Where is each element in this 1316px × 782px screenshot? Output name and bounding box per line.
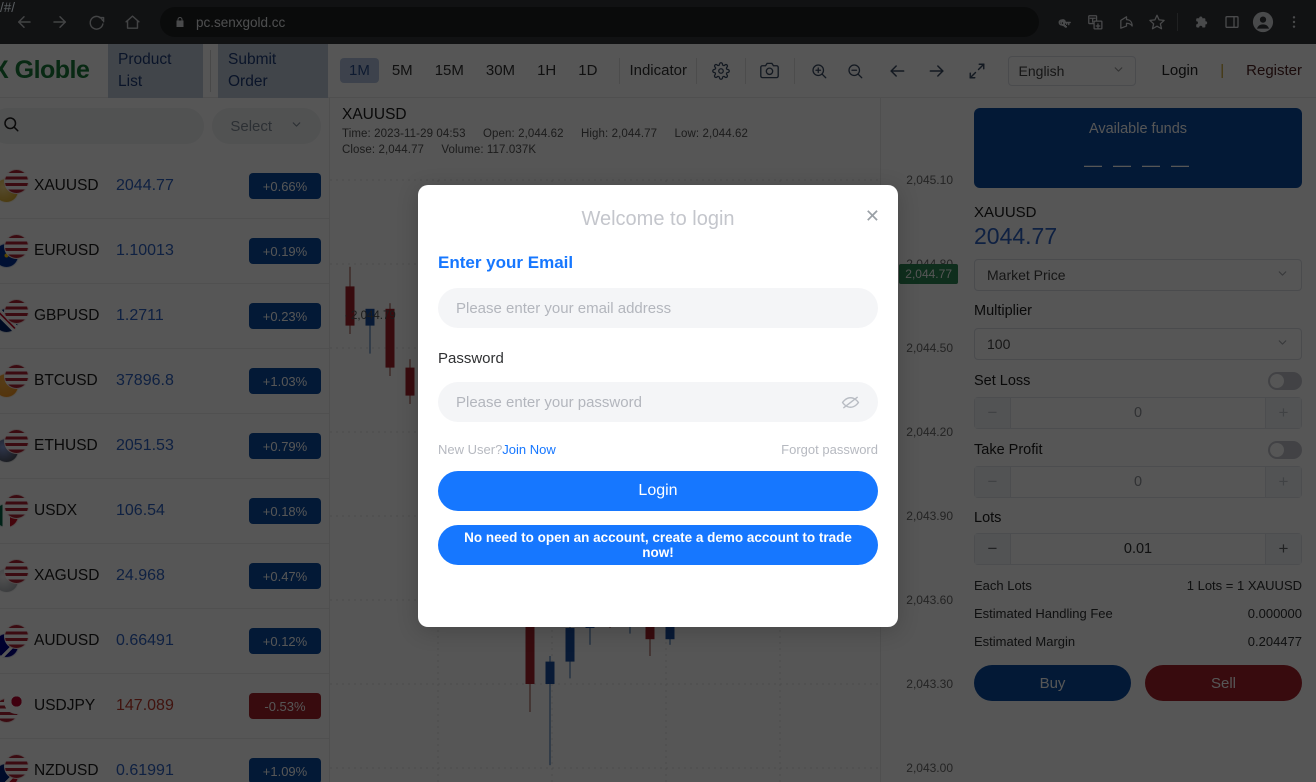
login-modal: Welcome to login ✕ Enter your Email Pass… [418,185,898,627]
demo-account-button[interactable]: No need to open an account, create a dem… [438,525,878,565]
modal-links: New User? Join Now Forgot password [438,442,878,457]
new-user-text: New User? [438,442,503,457]
email-label: Enter your Email [438,253,574,272]
password-field[interactable] [438,382,878,422]
password-label: Password [438,350,504,367]
join-now-link[interactable]: Join Now [502,442,555,457]
email-input[interactable] [456,299,860,317]
eye-off-icon[interactable] [841,393,860,412]
modal-title: Welcome to login [581,208,735,230]
screen-root: pc.senxgold.cc/#/ X Globle Product List … [0,0,1316,782]
modal-body: Enter your Email Password New User?Join … [418,231,898,565]
password-input[interactable] [456,393,833,411]
forgot-password-link[interactable]: Forgot password [781,442,878,457]
close-icon[interactable]: ✕ [865,207,880,225]
email-field[interactable] [438,288,878,328]
login-button[interactable]: Login [438,471,878,511]
